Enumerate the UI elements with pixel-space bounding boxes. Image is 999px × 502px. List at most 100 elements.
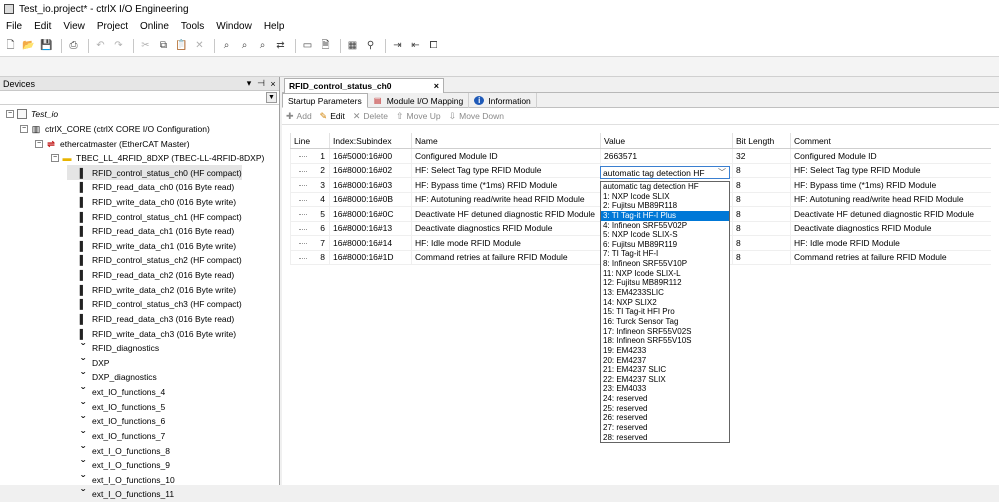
replace-icon[interactable]: ⇄ <box>273 38 288 53</box>
column-header[interactable]: Value <box>600 133 732 148</box>
tree-item[interactable]: − ▥ ctrlX_CORE (ctrlX CORE I/O Configurati… <box>20 122 210 137</box>
dropdown-option[interactable]: 5: NXP Icode SLIX-S <box>601 230 729 240</box>
tree-item[interactable]: ▌ RFID_read_data_ch0 (016 Byte read) <box>67 180 234 195</box>
menu-file[interactable]: File <box>0 21 28 32</box>
dropdown-option[interactable]: 15: TI Tag-it HFI Pro <box>601 307 729 317</box>
device-icon[interactable]: ▦ <box>345 38 360 53</box>
dropdown-option[interactable]: 7: TI Tag-it HF-I <box>601 249 729 259</box>
dropdown-option[interactable]: automatic tag detection HF <box>601 182 729 192</box>
tree-item[interactable]: ▌ RFID_write_data_ch3 (016 Byte write) <box>67 326 236 341</box>
edit-button[interactable]: ✎ Edit <box>320 111 345 122</box>
tree-item[interactable]: ˇ ext_IO_functions_6 <box>67 414 165 429</box>
menu-help[interactable]: Help <box>258 21 291 32</box>
tree-item[interactable]: ˇ ext_IO_functions_4 <box>67 385 165 400</box>
dropdown-option[interactable]: 17: Infineon SRF55V02S <box>601 327 729 337</box>
tree-item[interactable]: ▌ RFID_read_data_ch1 (016 Byte read) <box>67 224 234 239</box>
collapse-icon[interactable]: − <box>35 139 43 148</box>
collapse-icon[interactable]: − <box>51 154 59 163</box>
doc-tab-rfid-control-status[interactable]: RFID_control_status_ch0 × <box>284 78 444 93</box>
tree-item[interactable]: ▌ RFID_write_data_ch2 (016 Byte write) <box>67 282 236 297</box>
tree-item[interactable]: ▌ RFID_control_status_ch3 (HF compact) <box>67 297 242 312</box>
dropdown-option[interactable]: 1: NXP Icode SLIX <box>601 192 729 202</box>
dropdown-option[interactable]: 4: Infineon SRF55V02P <box>601 221 729 231</box>
tree-item[interactable]: ▌ RFID_read_data_ch2 (016 Byte read) <box>67 268 234 283</box>
dropdown-option[interactable]: 13: EM4233SLIC <box>601 288 729 298</box>
move-down-button[interactable]: ⇩ Move Down <box>449 111 504 122</box>
delete-icon[interactable]: ✕ <box>192 38 207 53</box>
dropdown-option[interactable]: 18: Infineon SRF55V10S <box>601 336 729 346</box>
devices-selector[interactable]: ▼ <box>0 91 279 105</box>
close-icon[interactable]: × <box>267 79 279 89</box>
dropdown-option[interactable]: 16: Turck Sensor Tag <box>601 317 729 327</box>
tree-item[interactable]: − ⇌ ethercatmaster (EtherCAT Master) <box>35 136 190 151</box>
column-header[interactable]: Index:Subindex <box>329 133 411 148</box>
dropdown-option[interactable]: 26: reserved <box>601 413 729 423</box>
copy-icon[interactable]: ⧉ <box>156 38 171 53</box>
dropdown-option[interactable]: 8: Infineon SRF55V10P <box>601 259 729 269</box>
dropdown-option[interactable]: 23: EM4033 <box>601 384 729 394</box>
bookmark-icon[interactable]: ⧠ <box>426 38 441 53</box>
paste-icon[interactable]: 📋 <box>174 38 189 53</box>
tree-item[interactable]: − Test_io <box>6 107 58 122</box>
tab-module-io-mapping[interactable]: ▤ Module I/O Mapping <box>368 93 470 108</box>
menu-window[interactable]: Window <box>210 21 258 32</box>
tree-item[interactable]: ˇ ext_IO_functions_5 <box>67 399 165 414</box>
menu-view[interactable]: View <box>57 21 91 32</box>
dropdown-option[interactable]: 14: NXP SLIX2 <box>601 298 729 308</box>
tree-item[interactable]: ▌ RFID_read_data_ch3 (016 Byte read) <box>67 312 234 327</box>
login-icon[interactable]: ⇥ <box>390 38 405 53</box>
open-icon[interactable]: 📂 <box>21 38 36 53</box>
find-previous-icon[interactable]: ⌕ <box>255 38 270 53</box>
scan-icon[interactable]: ⚲ <box>363 38 378 53</box>
dropdown-option[interactable]: 19: EM4233 <box>601 346 729 356</box>
pane-menu-icon[interactable]: ▾ <box>243 78 255 89</box>
redo-icon[interactable]: ↷ <box>111 38 126 53</box>
add-button[interactable]: ✚ Add <box>286 111 312 122</box>
save-icon[interactable]: 💾 <box>39 38 54 53</box>
dropdown-option[interactable]: 25: reserved <box>601 404 729 414</box>
pin-icon[interactable]: ⊣ <box>255 78 267 89</box>
column-header[interactable]: Bit Length <box>732 133 790 148</box>
chevron-down-icon[interactable]: ▼ <box>266 92 277 103</box>
cut-icon[interactable]: ✂ <box>138 38 153 53</box>
column-header[interactable]: Name <box>411 133 600 148</box>
new-project-icon[interactable]: 🗋 <box>3 38 18 53</box>
collapse-icon[interactable]: − <box>20 124 28 133</box>
tree-item[interactable]: ▌ RFID_control_status_ch0 (HF compact) <box>67 165 242 181</box>
close-tab-icon[interactable]: × <box>434 81 439 91</box>
undo-icon[interactable]: ↶ <box>93 38 108 53</box>
tree-item[interactable]: − ▬ TBEC_LL_4RFID_8DXP (TBEC-LL-4RFID-8DXP… <box>51 151 264 166</box>
logout-icon[interactable]: ⇤ <box>408 38 423 53</box>
dropdown-option[interactable]: 21: EM4237 SLIC <box>601 365 729 375</box>
menu-online[interactable]: Online <box>134 21 175 32</box>
menu-tools[interactable]: Tools <box>175 21 210 32</box>
column-header[interactable]: Line <box>290 133 329 148</box>
delete-button[interactable]: ✕ Delete <box>353 111 388 122</box>
dropdown-option[interactable]: 12: Fujitsu MB89R112 <box>601 278 729 288</box>
table-row[interactable]: 1 16#5000:16#00 Configured Module ID 266357… <box>290 149 991 164</box>
move-up-button[interactable]: ⇧ Move Up <box>396 111 441 122</box>
dropdown-option[interactable]: 22: EM4237 SLIX <box>601 375 729 385</box>
print-icon[interactable]: ⎙ <box>66 38 81 53</box>
tree-item[interactable]: ˇ ext_IO_functions_7 <box>67 429 165 444</box>
tree-item[interactable]: ˇ ext_I_O_functions_8 <box>67 443 170 458</box>
tree-item[interactable]: ˇ ext_I_O_functions_11 <box>67 487 174 502</box>
tab-startup-parameters[interactable]: Startup Parameters <box>282 93 368 108</box>
column-header[interactable]: Comment <box>790 133 991 148</box>
tree-item[interactable]: ▌ RFID_control_status_ch1 (HF compact) <box>67 209 242 224</box>
dropdown-option[interactable]: 28: reserved <box>601 433 729 443</box>
file-icon[interactable]: 🗎 <box>318 38 333 53</box>
menu-edit[interactable]: Edit <box>28 21 57 32</box>
find-icon[interactable]: ⌕ <box>219 38 234 53</box>
tree-item[interactable]: ˇ DXP_diagnostics <box>67 370 157 385</box>
tree-item[interactable]: ˇ RFID_diagnostics <box>67 341 159 356</box>
tree-item[interactable]: ▌ RFID_control_status_ch2 (HF compact) <box>67 253 242 268</box>
find-next-icon[interactable]: ⌕ <box>237 38 252 53</box>
tree-item[interactable]: ˇ DXP <box>67 356 109 371</box>
tab-information[interactable]: i Information <box>469 93 537 108</box>
dropdown-option[interactable]: 20: EM4237 <box>601 356 729 366</box>
dropdown-option[interactable]: 11: NXP Icode SLIX-L <box>601 269 729 279</box>
menu-project[interactable]: Project <box>91 21 134 32</box>
dropdown-option[interactable]: 2: Fujitsu MB89R118 <box>601 201 729 211</box>
dropdown-option[interactable]: 3: TI Tag-it HF-I Plus <box>601 210 729 221</box>
